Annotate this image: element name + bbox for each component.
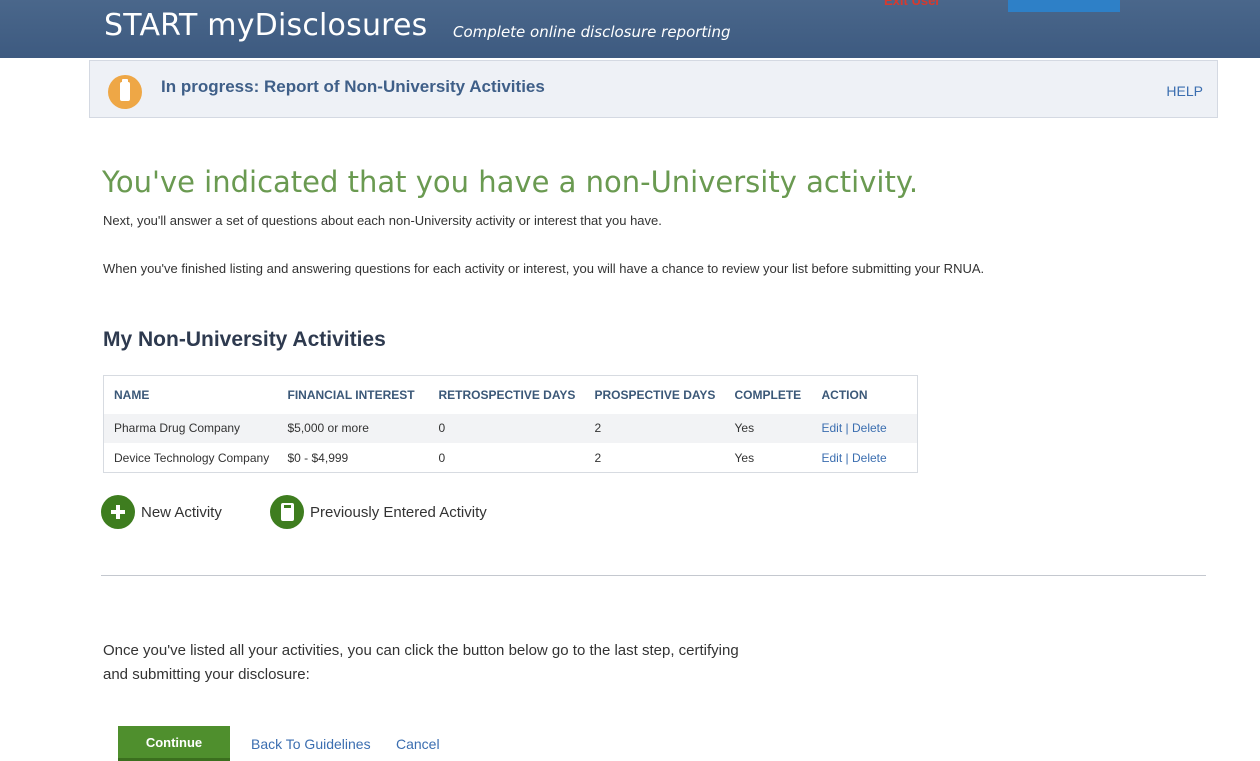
column-header-name: NAME <box>103 375 278 414</box>
cell-financial-interest: $5,000 or more <box>277 413 429 443</box>
help-link[interactable]: HELP <box>1166 83 1203 99</box>
header-action-button[interactable] <box>1008 0 1120 12</box>
intro-text-1: Next, you'll answer a set of questions a… <box>103 213 662 228</box>
cell-action: Edit | Delete <box>811 443 918 473</box>
exit-user-link[interactable]: Exit User <box>884 0 940 8</box>
new-activity-button[interactable]: New Activity <box>101 495 222 529</box>
table-row: Device Technology Company $0 - $4,999 0 … <box>103 443 918 473</box>
activities-section-title: My Non-University Activities <box>103 328 386 351</box>
cell-name: Pharma Drug Company <box>103 413 278 443</box>
column-header-retrospective-days: RETROSPECTIVE DAYS <box>428 375 585 414</box>
page-headline: You've indicated that you have a non-Uni… <box>102 165 919 199</box>
continue-button[interactable]: Continue <box>118 726 230 761</box>
table-header-row: NAME FINANCIAL INTEREST RETROSPECTIVE DA… <box>103 375 918 414</box>
activities-table: NAME FINANCIAL INTEREST RETROSPECTIVE DA… <box>103 375 918 473</box>
intro-text-2: When you've finished listing and answeri… <box>103 261 985 276</box>
app-title: START myDisclosures <box>104 8 428 43</box>
cell-name: Device Technology Company <box>103 443 278 473</box>
back-to-guidelines-link[interactable]: Back To Guidelines <box>251 736 371 752</box>
previous-activity-label: Previously Entered Activity <box>310 503 487 521</box>
cell-retrospective-days: 0 <box>428 443 585 473</box>
progress-banner: In progress: Report of Non-University Ac… <box>89 60 1218 118</box>
closing-instructions: Once you've listed all your activities, … <box>103 642 739 683</box>
column-header-prospective-days: PROSPECTIVE DAYS <box>584 375 725 414</box>
edit-link[interactable]: Edit <box>822 421 843 435</box>
section-divider <box>101 575 1206 576</box>
column-header-action: ACTION <box>811 375 918 414</box>
document-icon <box>108 75 142 109</box>
cell-prospective-days: 2 <box>584 443 725 473</box>
delete-link[interactable]: Delete <box>852 421 887 435</box>
cell-complete: Yes <box>724 443 812 473</box>
action-separator: | <box>842 450 852 465</box>
cancel-link[interactable]: Cancel <box>396 736 440 752</box>
table-row: Pharma Drug Company $5,000 or more 0 2 Y… <box>103 413 918 443</box>
column-header-complete: COMPLETE <box>724 375 812 414</box>
app-header: START myDisclosures Complete online disc… <box>0 0 1260 58</box>
cell-complete: Yes <box>724 413 812 443</box>
edit-link[interactable]: Edit <box>822 451 843 465</box>
cell-financial-interest: $0 - $4,999 <box>277 443 429 473</box>
action-separator: | <box>842 421 852 436</box>
cell-action: Edit | Delete <box>811 413 918 443</box>
previous-activity-button[interactable]: Previously Entered Activity <box>270 495 487 529</box>
app-tagline: Complete online disclosure reporting <box>453 23 731 41</box>
progress-status-text: In progress: Report of Non-University Ac… <box>161 77 545 96</box>
plus-icon <box>101 495 135 529</box>
cell-prospective-days: 2 <box>584 413 725 443</box>
column-header-financial-interest: FINANCIAL INTEREST <box>277 375 429 414</box>
cell-retrospective-days: 0 <box>428 413 585 443</box>
clipboard-icon <box>270 495 304 529</box>
new-activity-label: New Activity <box>141 503 222 521</box>
delete-link[interactable]: Delete <box>852 451 887 465</box>
